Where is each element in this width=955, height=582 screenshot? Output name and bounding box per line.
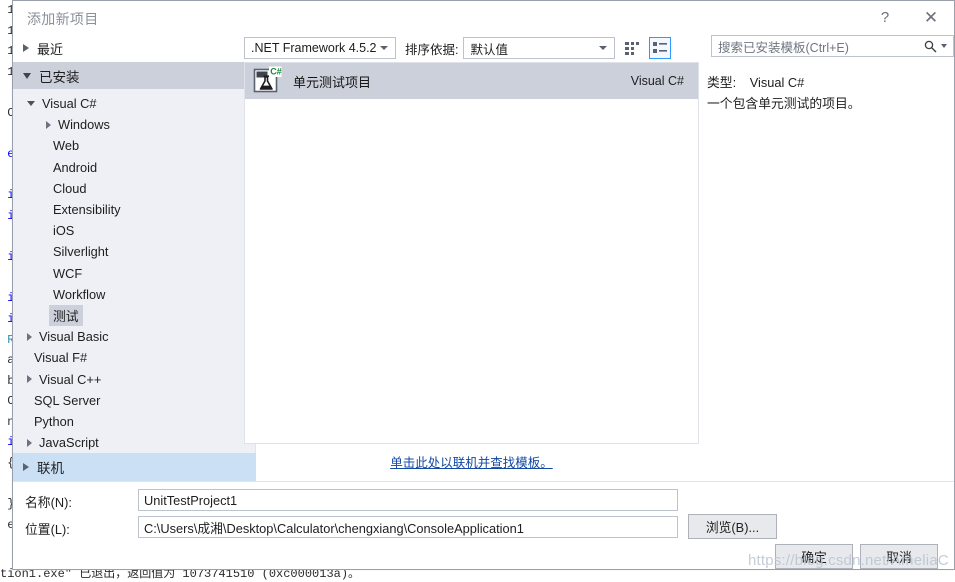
sort-by-dropdown-value: 默认值 (464, 39, 508, 58)
dialog-top-row: 最近 .NET Framework 4.5.2 排序依据: 默认值 (13, 34, 954, 62)
tree-item-label: Extensibility (53, 202, 121, 217)
chevron-right-icon[interactable] (46, 121, 51, 129)
tree-item-visual-c++[interactable]: Visual C++ (13, 368, 224, 389)
template-item-language: Visual C# (631, 74, 684, 88)
tree-item-label: Visual C# (42, 96, 97, 111)
tree-item-javascript[interactable]: JavaScript (13, 432, 224, 453)
sidebar-section-online[interactable]: 联机 (13, 453, 256, 481)
framework-dropdown-value: .NET Framework 4.5.2 (245, 41, 377, 55)
add-new-project-dialog: 添加新项目 ? ✕ 最近 .NET Framework 4.5.2 排序依据: … (12, 0, 955, 570)
chevron-right-icon (23, 44, 29, 52)
tree-item-label: Python (34, 414, 74, 429)
sidebar-section-recent[interactable]: 最近 (13, 34, 256, 62)
template-description: 一个包含单元测试的项目。 (707, 95, 945, 113)
sort-by-label: 排序依据: (405, 39, 458, 58)
chevron-down-icon[interactable] (27, 101, 35, 106)
tree-item-windows[interactable]: Windows (13, 114, 224, 135)
template-type-row: 类型: Visual C# (707, 72, 804, 91)
cancel-button[interactable]: 取消 (860, 544, 938, 569)
location-input-value: C:\Users\成湘\Desktop\Calculator\chengxian… (144, 518, 524, 537)
tree-item-silverlight[interactable]: Silverlight (13, 241, 224, 262)
tree-item-label: SQL Server (34, 393, 100, 408)
template-category-tree: Visual C# Windows Web Android Cloud Extensibi… (13, 89, 256, 453)
template-category-tree-list: Visual C# Windows Web Android Cloud Extensibi… (13, 93, 224, 453)
grid-view-icon[interactable] (621, 37, 643, 59)
browse-button[interactable]: 浏览(B)... (688, 514, 777, 539)
chevron-down-icon (23, 73, 31, 79)
svg-text:C#: C# (270, 67, 282, 77)
close-button[interactable]: ✕ (908, 1, 954, 34)
tree-item-workflow[interactable]: Workflow (13, 284, 224, 305)
search-input-placeholder: 搜索已安装模板(Ctrl+E) (712, 37, 924, 56)
tree-item--[interactable]: 测试 (13, 305, 224, 326)
search-dropdown-chevron-icon[interactable] (941, 44, 947, 48)
tree-item-label: WCF (53, 266, 82, 281)
chevron-right-icon (23, 463, 29, 471)
chevron-right-icon[interactable] (27, 439, 32, 447)
tree-item-label: Android (53, 160, 97, 175)
name-input[interactable]: UnitTestProject1 (138, 489, 678, 511)
sidebar-section-installed[interactable]: 已安装 (13, 62, 256, 89)
tree-item-label: 测试 (49, 305, 83, 326)
template-info-panel: 类型: Visual C# 一个包含单元测试的项目。 (699, 62, 954, 472)
tree-item-python[interactable]: Python (13, 411, 224, 432)
list-view-icon[interactable] (649, 37, 671, 59)
tree-item-web[interactable]: Web (13, 135, 224, 156)
tree-item-label: Silverlight (53, 244, 108, 259)
tree-item-label: Visual F# (34, 350, 87, 365)
find-templates-online-link[interactable]: 单击此处以联机并查找模板。 (390, 452, 553, 471)
template-item-unit-test-project[interactable]: C# 单元测试项目 Visual C# (245, 63, 698, 99)
form-separator (13, 481, 954, 482)
tree-item-visual-basic[interactable]: Visual Basic (13, 326, 224, 347)
tree-item-label: Workflow (53, 287, 105, 302)
tree-item-sql-server[interactable]: SQL Server (13, 390, 224, 411)
tree-item-visual-f#[interactable]: Visual F# (13, 347, 224, 368)
tree-item-label: iOS (53, 223, 74, 238)
templates-list: C# 单元测试项目 Visual C# (244, 62, 699, 444)
tree-item-label: Visual Basic (39, 329, 108, 344)
location-field-label: 位置(L): (25, 519, 70, 538)
chevron-right-icon[interactable] (27, 375, 32, 383)
search-input[interactable]: 搜索已安装模板(Ctrl+E) (711, 35, 954, 57)
tree-item-label: Web (53, 138, 79, 153)
tree-item-label: Windows (58, 117, 110, 132)
sidebar-section-recent-label: 最近 (37, 39, 63, 58)
tree-item-ios[interactable]: iOS (13, 220, 224, 241)
template-type-label: 类型: (707, 75, 736, 90)
chevron-down-icon (599, 46, 607, 50)
template-item-name: 单元测试项目 (293, 72, 371, 91)
sidebar-section-online-label: 联机 (37, 457, 64, 477)
online-templates-link-row: 单击此处以联机并查找模板。 (244, 450, 699, 472)
tree-item-android[interactable]: Android (13, 157, 224, 178)
sidebar-section-installed-label: 已安装 (39, 66, 80, 86)
dialog-title-bar: 添加新项目 ? ✕ (13, 1, 954, 34)
template-type-value: Visual C# (750, 75, 805, 90)
ok-button[interactable]: 确定 (775, 544, 853, 569)
chevron-right-icon[interactable] (27, 333, 32, 341)
tree-item-extensibility[interactable]: Extensibility (13, 199, 224, 220)
name-field-label: 名称(N): (25, 492, 72, 511)
location-input[interactable]: C:\Users\成湘\Desktop\Calculator\chengxian… (138, 516, 678, 538)
search-icon (924, 40, 937, 53)
chevron-down-icon (380, 46, 388, 50)
unit-test-flask-icon: C# (252, 66, 282, 96)
dialog-title: 添加新项目 (27, 9, 99, 29)
tree-item-wcf[interactable]: WCF (13, 263, 224, 284)
help-button[interactable]: ? (862, 1, 908, 34)
tree-item-label: JavaScript (39, 435, 99, 450)
tree-item-visual-c#[interactable]: Visual C# (13, 93, 224, 114)
sort-by-dropdown[interactable]: 默认值 (463, 37, 615, 59)
tree-item-label: Cloud (53, 181, 86, 196)
tree-item-cloud[interactable]: Cloud (13, 178, 224, 199)
templates-toolbar: .NET Framework 4.5.2 排序依据: 默认值 (244, 35, 954, 61)
framework-dropdown[interactable]: .NET Framework 4.5.2 (244, 37, 396, 59)
tree-item-label: Visual C++ (39, 372, 101, 387)
